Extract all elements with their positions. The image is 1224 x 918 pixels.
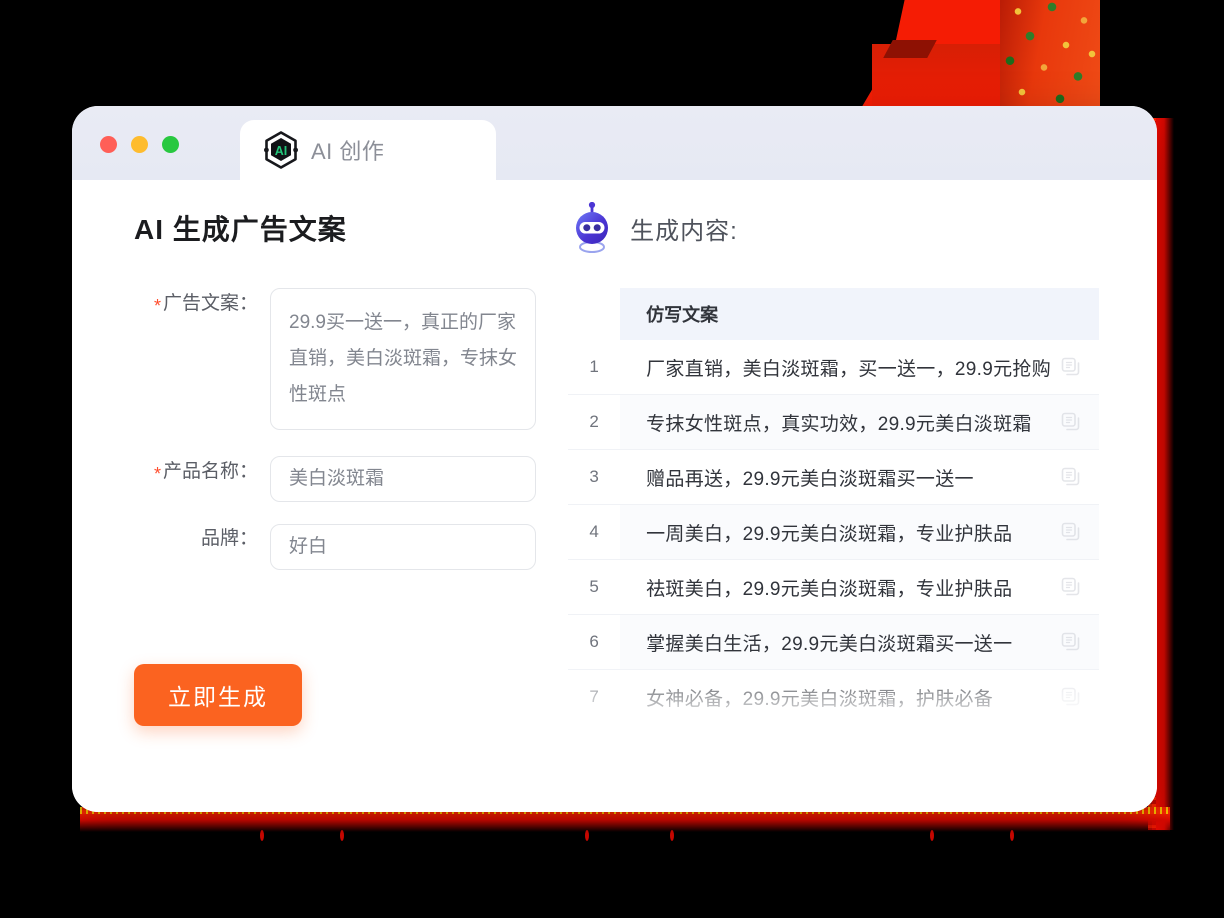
table-row[interactable]: 4 一周美白，29.9元美白淡斑霜，专业护肤品 [568, 505, 1099, 560]
table-row[interactable]: 6 掌握美白生活，29.9元美白淡斑霜买一送一 [568, 615, 1099, 670]
row-body: 掌握美白生活，29.9元美白淡斑霜买一送一 [620, 615, 1099, 669]
minimize-window-button[interactable] [131, 136, 148, 153]
app-window: AI AI 创作 AI 生成广告文案 * 广告文案： 29.9买一送一，真正的厂家… [72, 106, 1157, 812]
copy-icon[interactable] [1061, 412, 1081, 432]
row-text: 赠品再送，29.9元美白淡斑霜买一送一 [646, 468, 974, 490]
row-body: 女神必备，29.9元美白淡斑霜，护肤必备 [620, 670, 1099, 724]
row-number: 2 [589, 412, 599, 431]
results-header: 生成内容: [568, 201, 1099, 254]
window-content: AI 生成广告文案 * 广告文案： 29.9买一送一，真正的厂家直销，美白淡斑霜，… [72, 180, 1157, 812]
table-body: 1 厂家直销，美白淡斑霜，买一送一，29.9元抢购 2 专抹女性斑点，真实功效，… [568, 340, 1099, 725]
label-brand: 品牌： [200, 528, 258, 549]
row-number: 1 [589, 357, 599, 376]
form-pane: AI 生成广告文案 * 广告文案： 29.9买一送一，真正的厂家直销，美白淡斑霜，… [72, 180, 556, 812]
row-text: 女神必备，29.9元美白淡斑霜，护肤必备 [646, 688, 994, 710]
results-table-wrap: 仿写文案 1 厂家直销，美白淡斑霜，买一送一，29.9元抢购 2 专抹女性斑点，… [568, 288, 1099, 738]
row-text: 专抹女性斑点，真实功效，29.9元美白淡斑霜 [646, 413, 1032, 435]
svg-text:AI: AI [275, 144, 288, 158]
row-number: 3 [589, 467, 599, 486]
copy-icon[interactable] [1061, 632, 1081, 652]
row-body: 一周美白，29.9元美白淡斑霜，专业护肤品 [620, 505, 1099, 559]
zoom-window-button[interactable] [162, 136, 179, 153]
product-name-input[interactable]: 美白淡斑霜 [270, 456, 536, 502]
copy-icon[interactable] [1061, 357, 1081, 377]
form-row-product-name: * 产品名称： 美白淡斑霜 [134, 456, 556, 502]
table-column-header: 仿写文案 [620, 288, 1099, 340]
row-text: 掌握美白生活，29.9元美白淡斑霜买一送一 [646, 633, 1013, 655]
row-number: 6 [589, 632, 599, 651]
copy-icon[interactable] [1061, 522, 1081, 542]
results-table: 仿写文案 1 厂家直销，美白淡斑霜，买一送一，29.9元抢购 2 专抹女性斑点，… [568, 288, 1099, 725]
table-row[interactable]: 2 专抹女性斑点，真实功效，29.9元美白淡斑霜 [568, 395, 1099, 450]
row-number: 7 [589, 687, 599, 706]
page-title: AI 生成广告文案 [134, 214, 347, 245]
decorative-artwork [860, 0, 1100, 110]
row-body: 专抹女性斑点，真实功效，29.9元美白淡斑霜 [620, 395, 1099, 449]
copy-icon[interactable] [1061, 467, 1081, 487]
row-number: 5 [589, 577, 599, 596]
close-window-button[interactable] [100, 136, 117, 153]
tab-ai-creation[interactable]: AI AI 创作 [240, 120, 496, 180]
copy-icon[interactable] [1061, 577, 1081, 597]
results-title: 生成内容: [630, 217, 738, 245]
form-row-brand: 品牌： 好白 [134, 524, 556, 570]
row-body: 赠品再送，29.9元美白淡斑霜买一送一 [620, 450, 1099, 504]
decorative-speckle-pattern [1000, 0, 1100, 110]
table-row[interactable]: 3 赠品再送，29.9元美白淡斑霜买一送一 [568, 450, 1099, 505]
label-product-name: * 产品名称： [153, 461, 258, 484]
label-ad-copy: * 广告文案： [153, 293, 258, 316]
tab-label: AI 创作 [311, 139, 385, 164]
row-text: 一周美白，29.9元美白淡斑霜，专业护肤品 [646, 523, 1013, 545]
row-body: 祛斑美白，29.9元美白淡斑霜，专业护肤品 [620, 560, 1099, 614]
required-asterisk: * [153, 464, 161, 484]
ai-hexagon-icon: AI [264, 131, 298, 169]
screenshot-stage: AI AI 创作 AI 生成广告文案 * 广告文案： 29.9买一送一，真正的厂家… [0, 0, 1224, 918]
brand-input[interactable]: 好白 [270, 524, 536, 570]
required-asterisk: * [153, 296, 161, 316]
row-number: 4 [589, 522, 599, 541]
window-titlebar: AI AI 创作 [72, 106, 1157, 180]
row-body: 厂家直销，美白淡斑霜，买一送一，29.9元抢购 [620, 340, 1099, 394]
robot-icon [570, 201, 614, 254]
table-row[interactable]: 5 祛斑美白，29.9元美白淡斑霜，专业护肤品 [568, 560, 1099, 615]
generate-button[interactable]: 立即生成 [134, 664, 302, 726]
traffic-lights [100, 136, 179, 153]
row-text: 祛斑美白，29.9元美白淡斑霜，专业护肤品 [646, 578, 1013, 600]
red-glow-bottom [80, 807, 1170, 832]
red-glow-dots [240, 830, 1080, 844]
table-row[interactable]: 1 厂家直销，美白淡斑霜，买一送一，29.9元抢购 [568, 340, 1099, 395]
copy-icon[interactable] [1061, 687, 1081, 707]
ad-copy-textarea[interactable]: 29.9买一送一，真正的厂家直销，美白淡斑霜，专抹女性斑点 [270, 288, 536, 430]
form-row-ad-copy: * 广告文案： 29.9买一送一，真正的厂家直销，美白淡斑霜，专抹女性斑点 [134, 288, 556, 430]
table-row[interactable]: 7 女神必备，29.9元美白淡斑霜，护肤必备 [568, 670, 1099, 725]
row-text: 厂家直销，美白淡斑霜，买一送一，29.9元抢购 [646, 358, 1051, 380]
results-pane: 生成内容: 仿写文案 1 厂家直销，美白淡斑霜，买一送一，29.9元抢购 2 专… [556, 180, 1157, 812]
